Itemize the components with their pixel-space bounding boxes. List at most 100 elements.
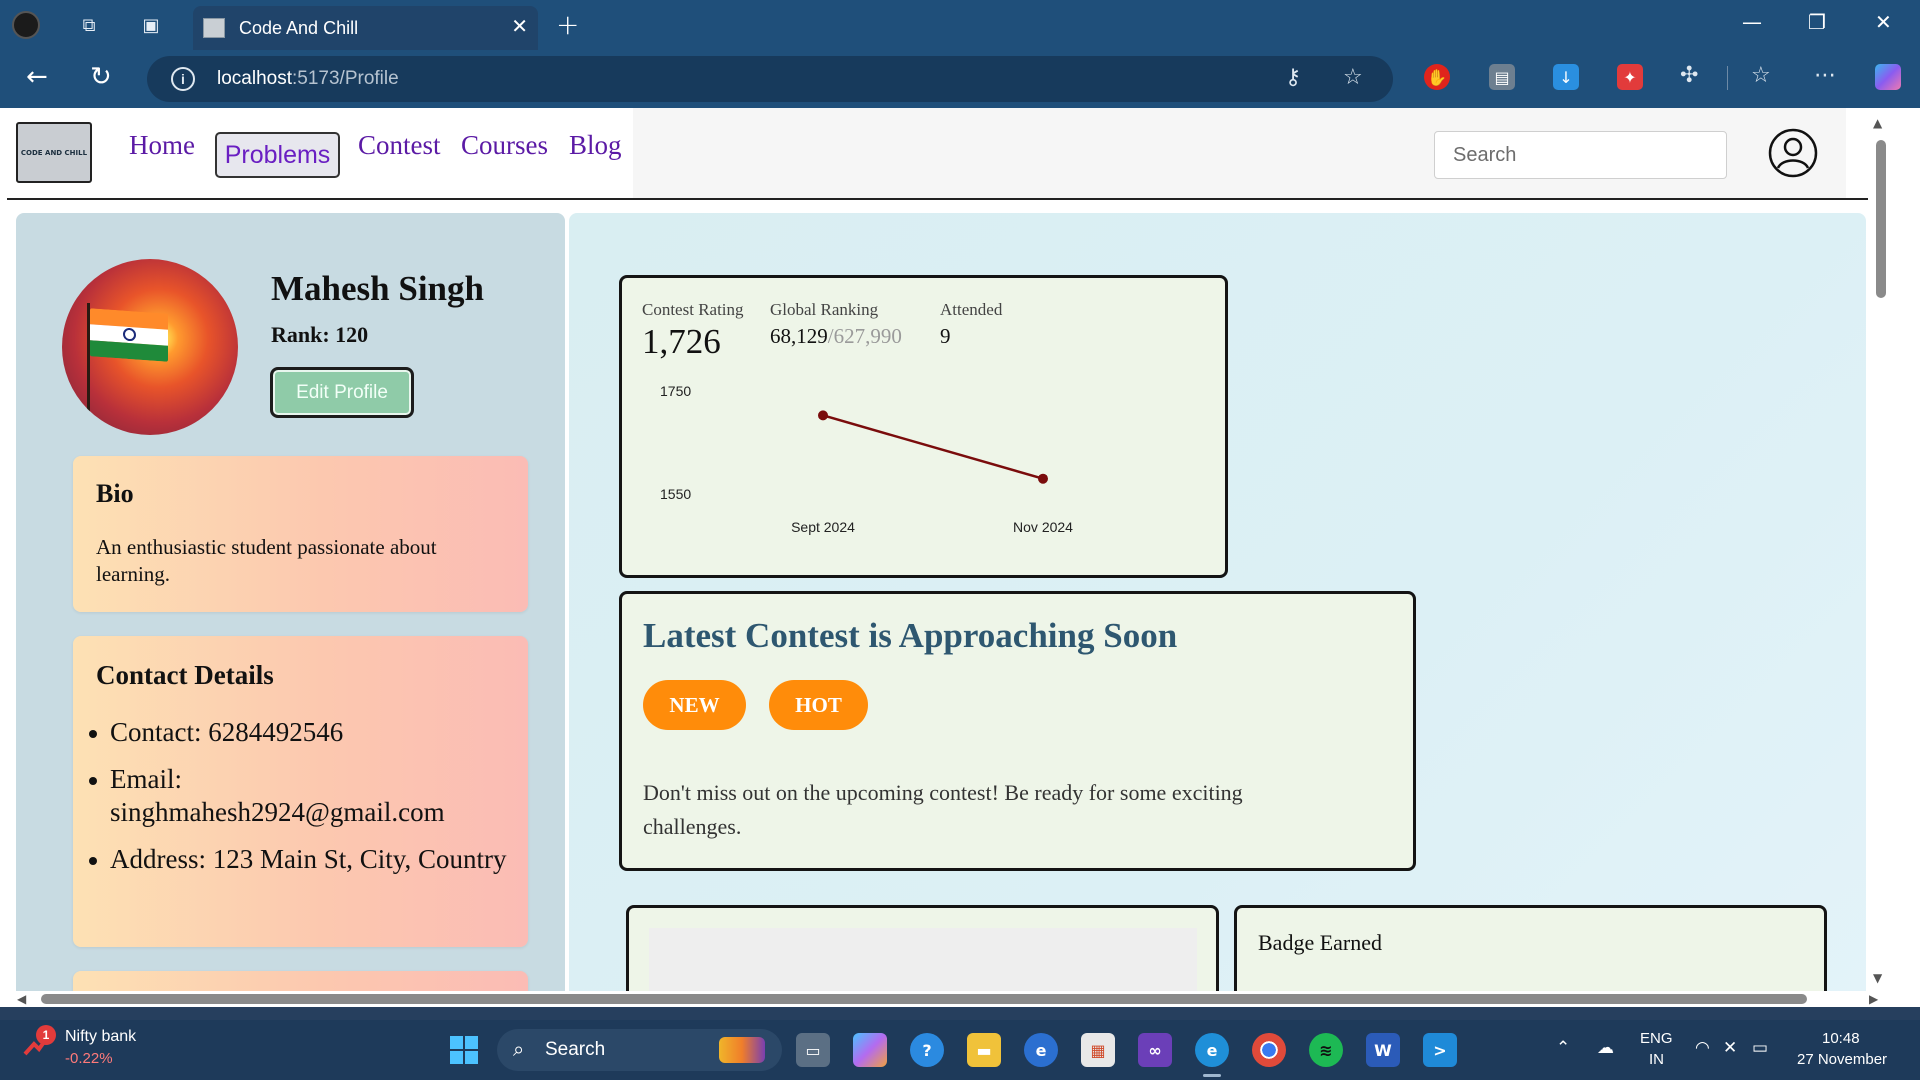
taskbar-search[interactable]: ⌕ Search xyxy=(497,1029,782,1071)
file-explorer-icon[interactable]: ▬ xyxy=(967,1033,1001,1067)
favorites-icon[interactable]: ☆ xyxy=(1751,63,1771,88)
vertical-tabs-icon[interactable]: ▣ xyxy=(135,9,167,41)
download-extension-icon[interactable]: ↓ xyxy=(1553,64,1579,90)
scroll-down-icon[interactable]: ▼ xyxy=(1873,971,1882,985)
contact-address: Address: 123 Main St, City, Country xyxy=(89,843,510,876)
screenshot-extension-icon[interactable]: ▤ xyxy=(1489,64,1515,90)
onedrive-icon[interactable]: ☁ xyxy=(1597,1038,1614,1058)
start-button[interactable] xyxy=(447,1033,481,1067)
profile-rank: Rank: 120 xyxy=(271,322,369,347)
widget-title[interactable]: Nifty bank xyxy=(65,1028,136,1046)
adblock-extension-icon[interactable]: ✋ xyxy=(1424,64,1450,90)
search-icon: ⌕ xyxy=(513,1037,525,1061)
user-account-icon[interactable] xyxy=(1768,128,1818,178)
edit-profile-button[interactable]: Edit Profile xyxy=(270,367,414,418)
favorite-star-icon[interactable]: ☆ xyxy=(1343,65,1363,90)
taskbar-search-label: Search xyxy=(545,1039,606,1060)
store-icon[interactable]: ▦ xyxy=(1081,1033,1115,1067)
activity-card xyxy=(626,905,1219,991)
contact-list: Contact: 6284492546 Email: singhmahesh29… xyxy=(89,716,510,890)
contact-card: Contact Details Contact: 6284492546 Emai… xyxy=(73,636,528,947)
contact-title: Contact Details xyxy=(96,660,274,690)
web-page: CODE AND CHILL Home Problems Contest Cou… xyxy=(7,108,1892,991)
nav-courses[interactable]: Courses xyxy=(461,130,548,161)
url-path: :5173/Profile xyxy=(292,68,399,89)
rating-line-chart: 1750 1550 Sept 2024 Nov 2024 xyxy=(660,383,1073,535)
nav-problems[interactable]: Problems xyxy=(215,132,340,178)
rating-point-0-1 xyxy=(1038,473,1048,484)
vscode-icon[interactable]: > xyxy=(1423,1033,1457,1067)
new-tab-button[interactable]: + xyxy=(556,8,579,41)
profile-avatar xyxy=(62,259,238,435)
battery-icon[interactable]: ▭ xyxy=(1752,1038,1768,1058)
extensions-puzzle-icon[interactable]: ✣ xyxy=(1680,63,1698,88)
horizontal-scroll-thumb[interactable] xyxy=(41,994,1807,1004)
edge-icon[interactable]: e xyxy=(1195,1033,1229,1067)
india-flag-icon xyxy=(90,308,168,362)
scroll-up-icon[interactable]: ▲ xyxy=(1873,116,1882,130)
clock-date[interactable]: 27 November xyxy=(1797,1051,1887,1068)
contest-description: Don't miss out on the upcoming contest! … xyxy=(643,780,1243,839)
latest-contest-card: Latest Contest is Approaching Soon NEW H… xyxy=(619,591,1416,871)
region-label: IN xyxy=(1649,1051,1664,1068)
contest-rating-card: Contest Rating 1,726 Global Ranking 68,1… xyxy=(619,275,1228,578)
help-icon[interactable]: ? xyxy=(910,1033,944,1067)
page-horizontal-scrollbar[interactable]: ◀ ▶ xyxy=(7,991,1892,1007)
tag-new[interactable]: NEW xyxy=(643,680,746,730)
copilot-icon[interactable] xyxy=(1875,64,1901,90)
url-field[interactable]: i localhost:5173/Profile ⚷ ☆ xyxy=(147,56,1393,102)
rating-series-line-0 xyxy=(822,414,1044,480)
spotify-icon[interactable]: ≋ xyxy=(1309,1033,1343,1067)
nav-blog[interactable]: Blog xyxy=(569,130,622,161)
edge-alt-icon[interactable]: e xyxy=(1024,1033,1058,1067)
minimize-icon[interactable]: — xyxy=(1742,10,1762,34)
visual-studio-icon[interactable]: ∞ xyxy=(1138,1033,1172,1067)
tray-overflow-icon[interactable]: ⌃ xyxy=(1556,1038,1570,1058)
badges-card: Badge Earned xyxy=(1234,905,1827,991)
word-icon[interactable]: W xyxy=(1366,1033,1400,1067)
nav-contest[interactable]: Contest xyxy=(358,130,441,161)
tracking-extension-icon[interactable]: ✦ xyxy=(1617,64,1643,90)
copilot-taskbar-icon[interactable] xyxy=(853,1033,887,1067)
nav-home[interactable]: Home xyxy=(129,130,195,161)
page-vertical-scrollbar[interactable]: ▲ ▼ xyxy=(1868,108,1892,991)
tab-favicon-icon xyxy=(203,18,225,38)
scroll-left-icon[interactable]: ◀ xyxy=(17,992,26,1006)
bio-card: Bio An enthusiastic student passionate a… xyxy=(73,456,528,612)
wifi-icon[interactable]: ◠ xyxy=(1695,1038,1710,1058)
x-tick-label-1: Nov 2024 xyxy=(1013,519,1073,535)
language-label[interactable]: ENG xyxy=(1640,1030,1673,1047)
more-menu-icon[interactable]: ⋯ xyxy=(1814,63,1836,88)
task-view-icon[interactable]: ▭ xyxy=(796,1033,830,1067)
x-tick-label-0: Sept 2024 xyxy=(791,519,855,535)
profile-name: Mahesh Singh xyxy=(271,269,484,308)
site-logo[interactable]: CODE AND CHILL xyxy=(16,122,92,183)
scroll-right-icon[interactable]: ▶ xyxy=(1869,992,1878,1006)
tab-close-icon[interactable]: ✕ xyxy=(511,14,528,38)
key-icon[interactable]: ⚷ xyxy=(1285,65,1301,90)
close-window-icon[interactable]: ✕ xyxy=(1875,10,1892,34)
site-info-icon[interactable]: i xyxy=(171,67,195,91)
back-icon[interactable]: ← xyxy=(26,62,48,92)
tab-code-and-chill[interactable]: Code And Chill ✕ xyxy=(193,6,538,50)
workspaces-icon[interactable]: ⧉ xyxy=(73,9,105,41)
refresh-icon[interactable]: ↻ xyxy=(90,62,112,92)
search-highlight-icon xyxy=(719,1037,765,1063)
clock-time[interactable]: 10:48 xyxy=(1822,1030,1860,1047)
tag-hot[interactable]: HOT xyxy=(769,680,868,730)
taskbar-shadow xyxy=(0,1007,1920,1020)
tab-title: Code And Chill xyxy=(239,18,359,38)
edge-active-indicator xyxy=(1203,1074,1221,1077)
site-search-input[interactable] xyxy=(1434,131,1727,179)
chrome-icon[interactable] xyxy=(1252,1033,1286,1067)
browser-profile-icon[interactable] xyxy=(10,9,42,41)
site-navbar: CODE AND CHILL Home Problems Contest Cou… xyxy=(7,108,1892,200)
contact-email: Email: singhmahesh2924@gmail.com xyxy=(89,763,510,829)
volume-muted-icon[interactable]: ✕ xyxy=(1723,1038,1737,1058)
restore-icon[interactable]: ❐ xyxy=(1808,10,1826,34)
vertical-scroll-thumb[interactable] xyxy=(1876,140,1886,298)
rating-point-0-0 xyxy=(818,410,828,421)
profile-panel: Mahesh Singh Rank: 120 Edit Profile Bio … xyxy=(16,213,565,991)
url-text[interactable]: localhost:5173/Profile xyxy=(217,68,399,90)
y-tick-label-0: 1750 xyxy=(660,383,691,399)
